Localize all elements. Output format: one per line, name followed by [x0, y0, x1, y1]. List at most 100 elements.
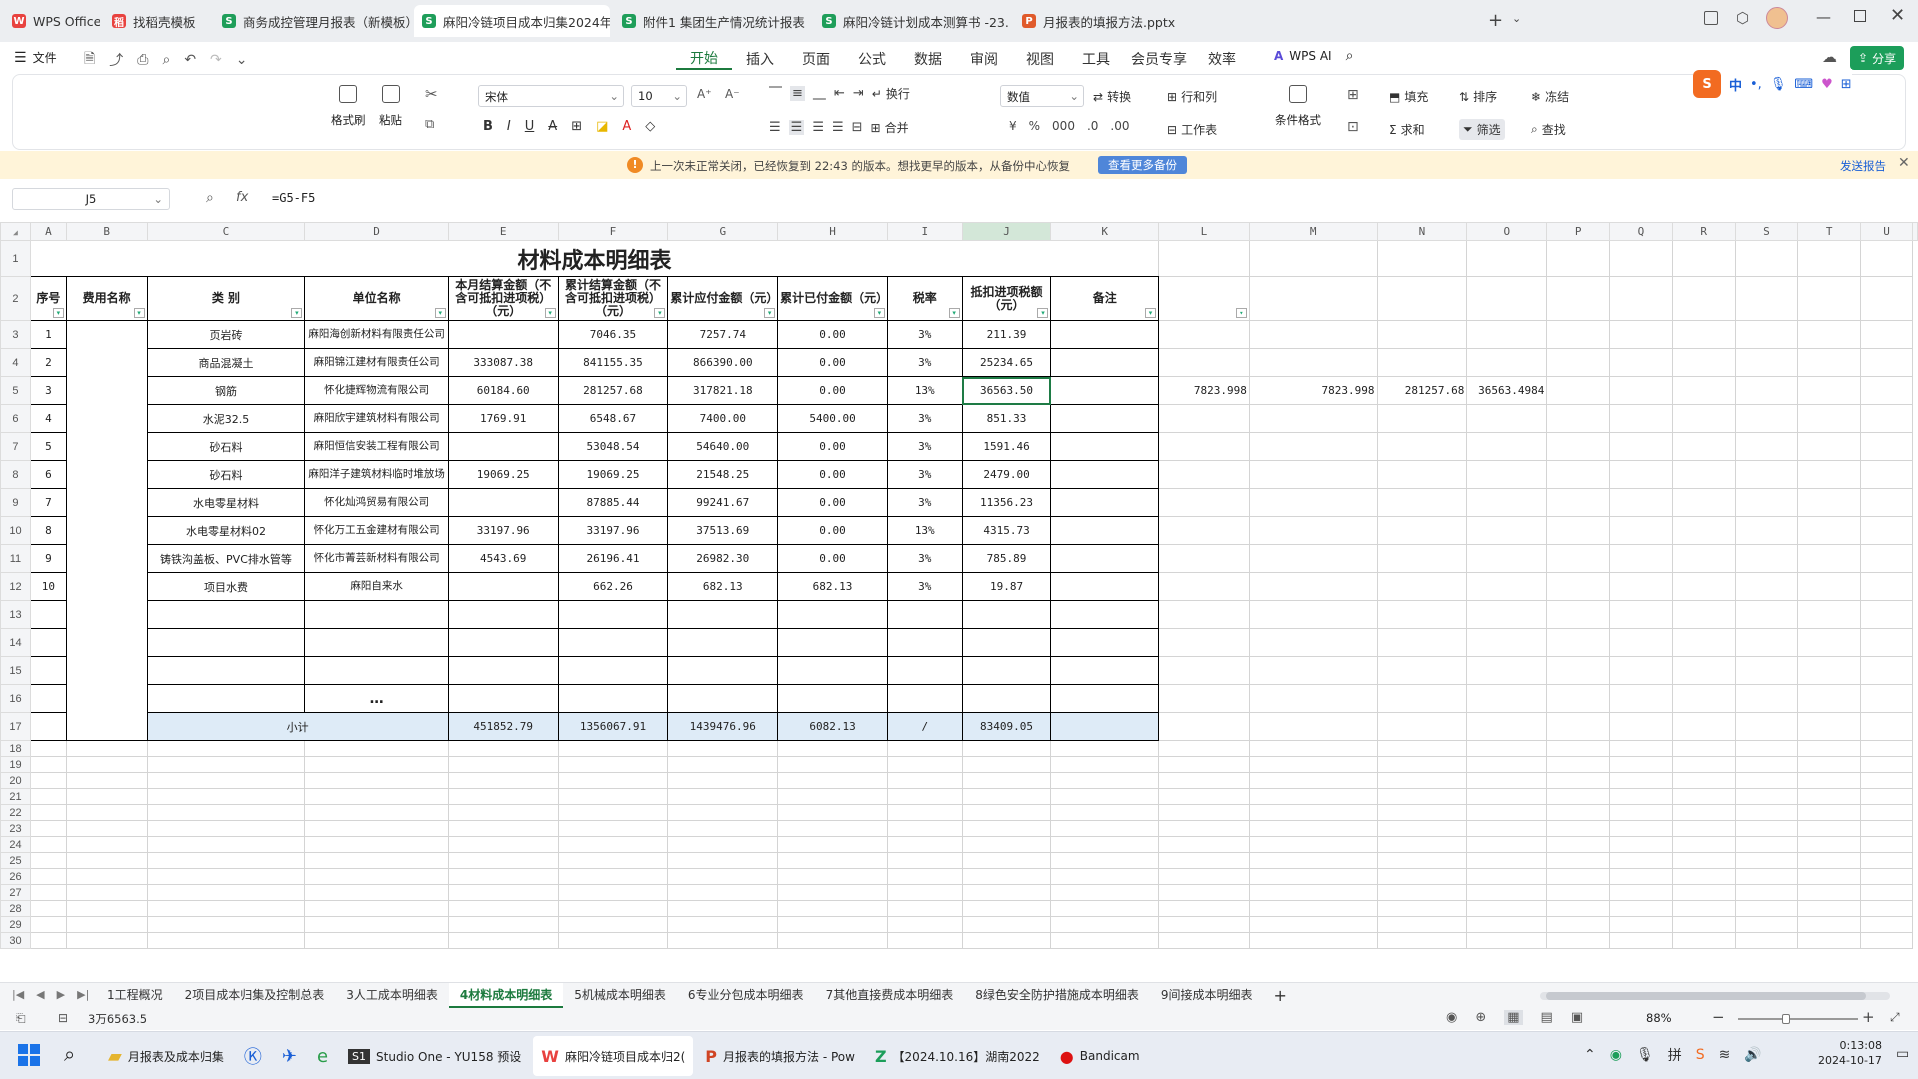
- empty-cell[interactable]: [1671, 376, 1736, 405]
- empty-cell[interactable]: [1860, 836, 1913, 853]
- empty-cell[interactable]: [1797, 756, 1862, 773]
- empty-cell[interactable]: [1671, 884, 1736, 901]
- data-cell[interactable]: 3%: [886, 320, 963, 349]
- empty-cell[interactable]: [1609, 432, 1673, 461]
- empty-cell[interactable]: [1158, 820, 1250, 837]
- empty-cell[interactable]: [65, 868, 148, 885]
- empty-cell[interactable]: [1546, 276, 1611, 321]
- side-value-cell[interactable]: 7823.998: [1248, 376, 1378, 405]
- empty-cell[interactable]: [1609, 836, 1673, 853]
- data-cell[interactable]: 19.87: [961, 572, 1052, 601]
- empty-cell[interactable]: [1466, 932, 1548, 949]
- empty-cell[interactable]: [1376, 900, 1468, 917]
- empty-cell[interactable]: [1546, 488, 1611, 517]
- row-header-18[interactable]: 18: [0, 740, 31, 757]
- empty-cell[interactable]: [1860, 404, 1913, 433]
- empty-cell[interactable]: [1376, 884, 1468, 901]
- empty-cell[interactable]: [961, 756, 1052, 773]
- close-icon[interactable]: ✕: [1890, 5, 1905, 26]
- empty-cell[interactable]: [1248, 772, 1378, 789]
- data-cell[interactable]: 317821.18: [667, 376, 779, 405]
- data-cell[interactable]: [447, 488, 559, 517]
- row-header-20[interactable]: 20: [0, 772, 31, 789]
- empty-cell[interactable]: [1797, 684, 1862, 713]
- empty-cell[interactable]: [1376, 836, 1468, 853]
- save-icon[interactable]: 🗎: [84, 48, 95, 72]
- empty-cell[interactable]: [1546, 932, 1611, 949]
- data-cell[interactable]: [146, 628, 306, 657]
- empty-cell[interactable]: [1797, 544, 1862, 573]
- filter-dropdown-icon[interactable]: ▾: [1145, 308, 1157, 318]
- empty-cell[interactable]: [886, 916, 963, 933]
- empty-cell[interactable]: [1734, 916, 1799, 933]
- empty-cell[interactable]: [304, 820, 449, 837]
- empty-cell[interactable]: [1860, 852, 1913, 869]
- empty-cell[interactable]: [1050, 932, 1160, 949]
- taskbar-folder-app[interactable]: ▰ 月报表及成本归集: [100, 1036, 232, 1076]
- data-cell[interactable]: 0.00: [777, 348, 888, 377]
- empty-cell[interactable]: [1860, 488, 1913, 517]
- taskbar-powerpoint[interactable]: P 月报表的填报方法 - Pow: [697, 1036, 863, 1076]
- paste-button[interactable]: 粘贴: [379, 85, 402, 128]
- empty-cell[interactable]: [1734, 572, 1799, 601]
- data-cell[interactable]: [447, 432, 559, 461]
- empty-cell[interactable]: [1734, 836, 1799, 853]
- empty-cell[interactable]: [304, 900, 449, 917]
- empty-cell[interactable]: [1609, 712, 1673, 741]
- empty-cell[interactable]: [1797, 852, 1862, 869]
- empty-cell[interactable]: [146, 788, 306, 805]
- last-sheet-icon[interactable]: ▶|: [77, 988, 89, 1001]
- empty-cell[interactable]: [1248, 276, 1378, 321]
- data-cell[interactable]: 13%: [886, 376, 963, 405]
- empty-cell[interactable]: [29, 916, 67, 933]
- empty-cell[interactable]: [777, 756, 888, 773]
- empty-cell[interactable]: [1734, 932, 1799, 949]
- menu-tab-view[interactable]: 视图: [1012, 49, 1068, 69]
- empty-cell[interactable]: [1546, 852, 1611, 869]
- empty-cell[interactable]: [557, 756, 669, 773]
- empty-cell[interactable]: [1466, 276, 1548, 321]
- empty-cell[interactable]: [146, 868, 306, 885]
- column-header-R[interactable]: R: [1671, 222, 1736, 241]
- empty-cell[interactable]: [777, 852, 888, 869]
- empty-cell[interactable]: [1609, 628, 1673, 657]
- empty-cell[interactable]: [1050, 788, 1160, 805]
- empty-cell[interactable]: [1860, 320, 1913, 349]
- empty-cell[interactable]: [1546, 804, 1611, 821]
- empty-cell[interactable]: [1860, 516, 1913, 545]
- empty-cell[interactable]: [557, 836, 669, 853]
- font-increase-icon[interactable]: A⁺: [697, 87, 712, 101]
- data-cell[interactable]: [29, 600, 67, 629]
- subtotal-label[interactable]: 小计: [146, 712, 449, 741]
- empty-cell[interactable]: [1609, 684, 1673, 713]
- empty-cell[interactable]: [1860, 756, 1913, 773]
- data-cell[interactable]: 0.00: [777, 544, 888, 573]
- subtotal-cell[interactable]: [1050, 712, 1160, 741]
- data-cell[interactable]: 37513.69: [667, 516, 779, 545]
- data-cell[interactable]: [1050, 684, 1160, 713]
- data-cell[interactable]: 99241.67: [667, 488, 779, 517]
- row-header-13[interactable]: 13: [0, 600, 31, 629]
- empty-cell[interactable]: [1546, 572, 1611, 601]
- empty-cell[interactable]: [1860, 276, 1913, 321]
- distributed-icon[interactable]: ⊟: [852, 120, 863, 135]
- empty-cell[interactable]: [1376, 804, 1468, 821]
- menu-tab-tools[interactable]: 工具: [1068, 49, 1124, 69]
- empty-cell[interactable]: [1860, 460, 1913, 489]
- more-chevron-icon[interactable]: ⌄: [236, 52, 248, 68]
- empty-cell[interactable]: [1797, 240, 1862, 277]
- empty-cell[interactable]: [961, 804, 1052, 821]
- empty-cell[interactable]: [961, 884, 1052, 901]
- empty-cell[interactable]: [1860, 740, 1913, 757]
- empty-cell[interactable]: [1376, 404, 1468, 433]
- row-header-23[interactable]: 23: [0, 820, 31, 837]
- spreadsheet-grid[interactable]: ◢ A B C D E F G H I J K L M N O P Q R S T U 1 材料成本明细表 2 序号 ▾ 费用名称 ▾ 类…: [0, 222, 1918, 980]
- empty-cell[interactable]: [304, 852, 449, 869]
- font-family-select[interactable]: 宋体 ⌄: [478, 85, 624, 107]
- row-header-25[interactable]: 25: [0, 852, 31, 869]
- data-cell[interactable]: [667, 684, 779, 713]
- empty-cell[interactable]: [1466, 852, 1548, 869]
- tab-wps-office[interactable]: W WPS Office: [4, 5, 100, 37]
- column-header-U[interactable]: U: [1860, 222, 1913, 241]
- empty-cell[interactable]: [557, 932, 669, 949]
